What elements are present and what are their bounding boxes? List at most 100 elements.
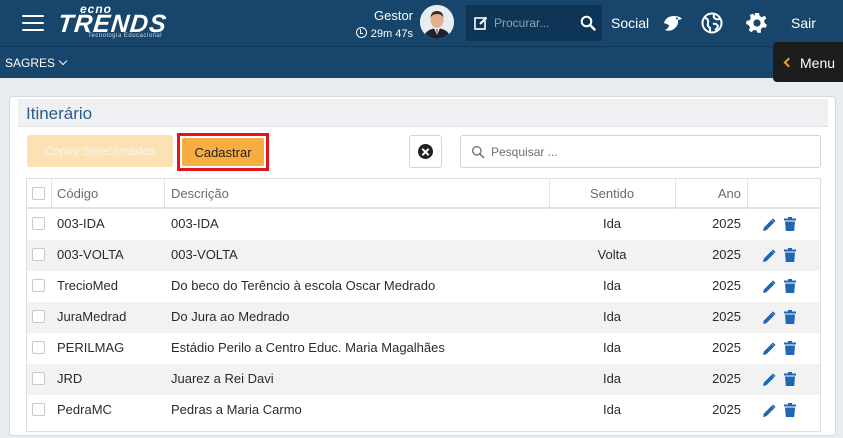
pencil-icon[interactable]	[762, 373, 776, 387]
system-selector[interactable]: SAGRES	[5, 56, 68, 70]
logo-tagline: Tecnologia Educacional	[88, 33, 163, 39]
row-checkbox[interactable]	[32, 248, 45, 261]
cell-ano: 2025	[712, 309, 741, 324]
column-header-codigo[interactable]: Código	[57, 179, 98, 207]
social-link[interactable]: Social	[611, 15, 649, 31]
row-checkbox[interactable]	[32, 217, 45, 230]
cell-codigo: JuraMedrad	[57, 309, 127, 324]
cell-codigo: JRD	[57, 371, 83, 386]
cell-sentido: Ida	[602, 340, 622, 355]
cell-sentido: Ida	[602, 371, 622, 386]
side-menu-label: Menu	[800, 55, 836, 71]
logout-button[interactable]: Sair	[791, 15, 816, 31]
close-circle-icon	[418, 144, 433, 159]
cell-descricao: Do beco do Terêncio à escola Oscar Medra…	[171, 278, 436, 293]
page-title: Itinerário	[26, 104, 93, 123]
cell-codigo: PERILMAG	[57, 340, 125, 355]
cell-sentido: Ida	[602, 278, 622, 293]
column-header-sentido[interactable]: Sentido	[549, 179, 675, 207]
pencil-icon[interactable]	[762, 404, 776, 418]
pencil-icon[interactable]	[762, 280, 776, 294]
itinerary-table: Código Descrição Sentido Ano 003-IDA 003…	[26, 178, 821, 432]
side-menu-button[interactable]: Menu	[773, 42, 843, 82]
pencil-icon[interactable]	[762, 311, 776, 325]
user-info: Gestor 29m 47s	[355, 6, 413, 42]
chevron-left-icon	[783, 57, 794, 68]
cell-ano: 2025	[712, 402, 741, 417]
cell-descricao: Juarez a Rei Davi	[171, 371, 274, 386]
cell-ano: 2025	[712, 216, 741, 231]
search-icon[interactable]	[580, 15, 596, 31]
select-all-checkbox[interactable]	[32, 187, 45, 200]
trash-icon[interactable]	[784, 403, 796, 417]
global-search-input[interactable]	[494, 14, 574, 32]
table-row: PedraMC Pedras a Maria Carmo Ida 2025	[27, 395, 820, 426]
pencil-icon[interactable]	[762, 342, 776, 356]
pencil-icon[interactable]	[762, 218, 776, 232]
cell-descricao: 003-VOLTA	[171, 247, 238, 262]
bird-icon[interactable]	[661, 11, 685, 35]
cell-codigo: PedraMC	[57, 402, 112, 417]
session-timer: 29m 47s	[355, 27, 413, 40]
cell-codigo: 003-VOLTA	[57, 247, 124, 262]
trash-icon[interactable]	[784, 310, 796, 324]
clear-search-button[interactable]	[409, 135, 442, 168]
user-name: Gestor	[373, 8, 413, 23]
trash-icon[interactable]	[784, 279, 796, 293]
table-row: JuraMedrad Do Jura ao Medrado Ida 2025	[27, 302, 820, 333]
cell-sentido: Volta	[597, 247, 627, 262]
row-checkbox[interactable]	[32, 279, 45, 292]
trash-icon[interactable]	[784, 248, 796, 262]
cell-codigo: 003-IDA	[57, 216, 105, 231]
cell-ano: 2025	[712, 371, 741, 386]
edit-note-icon	[474, 16, 488, 30]
column-header-ano[interactable]: Ano	[675, 179, 741, 207]
table-row: 003-IDA 003-IDA Ida 2025	[27, 209, 820, 240]
row-checkbox[interactable]	[32, 310, 45, 323]
session-timer-text: 29m 47s	[370, 28, 413, 40]
pencil-icon[interactable]	[762, 249, 776, 263]
table-search	[460, 135, 821, 168]
chevron-down-icon	[58, 56, 68, 66]
column-header-descricao[interactable]: Descrição	[171, 179, 229, 207]
clock-icon	[355, 27, 367, 38]
copy-selected-button[interactable]: Copiar Selecionados	[27, 135, 173, 167]
system-name: SAGRES	[5, 56, 56, 70]
cell-codigo: TrecioMed	[57, 278, 118, 293]
register-button-highlight: Cadastrar	[177, 133, 269, 171]
trash-icon[interactable]	[784, 341, 796, 355]
cell-sentido: Ida	[602, 309, 622, 324]
cell-ano: 2025	[712, 247, 741, 262]
globe-icon[interactable]	[700, 11, 724, 35]
table-row: JRD Juarez a Rei Davi Ida 2025	[27, 364, 820, 395]
global-search	[466, 5, 602, 41]
gear-icon[interactable]	[745, 11, 769, 35]
cell-ano: 2025	[712, 278, 741, 293]
hamburger-menu-icon[interactable]	[22, 15, 44, 31]
top-navbar: ecno TRENDS Tecnologia Educacional Gesto…	[0, 0, 843, 46]
itinerary-panel: Itinerário Copiar Selecionados Cadastrar…	[9, 96, 836, 436]
table-search-input[interactable]	[491, 143, 791, 161]
search-icon	[471, 145, 485, 159]
avatar[interactable]	[420, 5, 454, 39]
system-bar: SAGRES	[0, 46, 843, 78]
panel-header: Itinerário	[18, 99, 828, 127]
trash-icon[interactable]	[784, 217, 796, 231]
row-checkbox[interactable]	[32, 403, 45, 416]
trash-icon[interactable]	[784, 372, 796, 386]
table-header-row: Código Descrição Sentido Ano	[27, 179, 820, 209]
row-checkbox[interactable]	[32, 372, 45, 385]
tecnotrends-logo[interactable]: ecno TRENDS Tecnologia Educacional	[57, 2, 188, 40]
table-row: PERILMAG Estádio Perilo a Centro Educ. M…	[27, 333, 820, 364]
cell-descricao: Estádio Perilo a Centro Educ. Maria Maga…	[171, 340, 445, 355]
cell-sentido: Ida	[602, 216, 622, 231]
table-row: TrecioMed Do beco do Terêncio à escola O…	[27, 271, 820, 302]
cell-descricao: Do Jura ao Medrado	[171, 309, 290, 324]
cell-ano: 2025	[712, 340, 741, 355]
cell-descricao: Pedras a Maria Carmo	[171, 402, 302, 417]
table-row: 003-VOLTA 003-VOLTA Volta 2025	[27, 240, 820, 271]
row-checkbox[interactable]	[32, 341, 45, 354]
register-button[interactable]: Cadastrar	[182, 138, 264, 166]
cell-descricao: 003-IDA	[171, 216, 219, 231]
cell-sentido: Ida	[602, 402, 622, 417]
